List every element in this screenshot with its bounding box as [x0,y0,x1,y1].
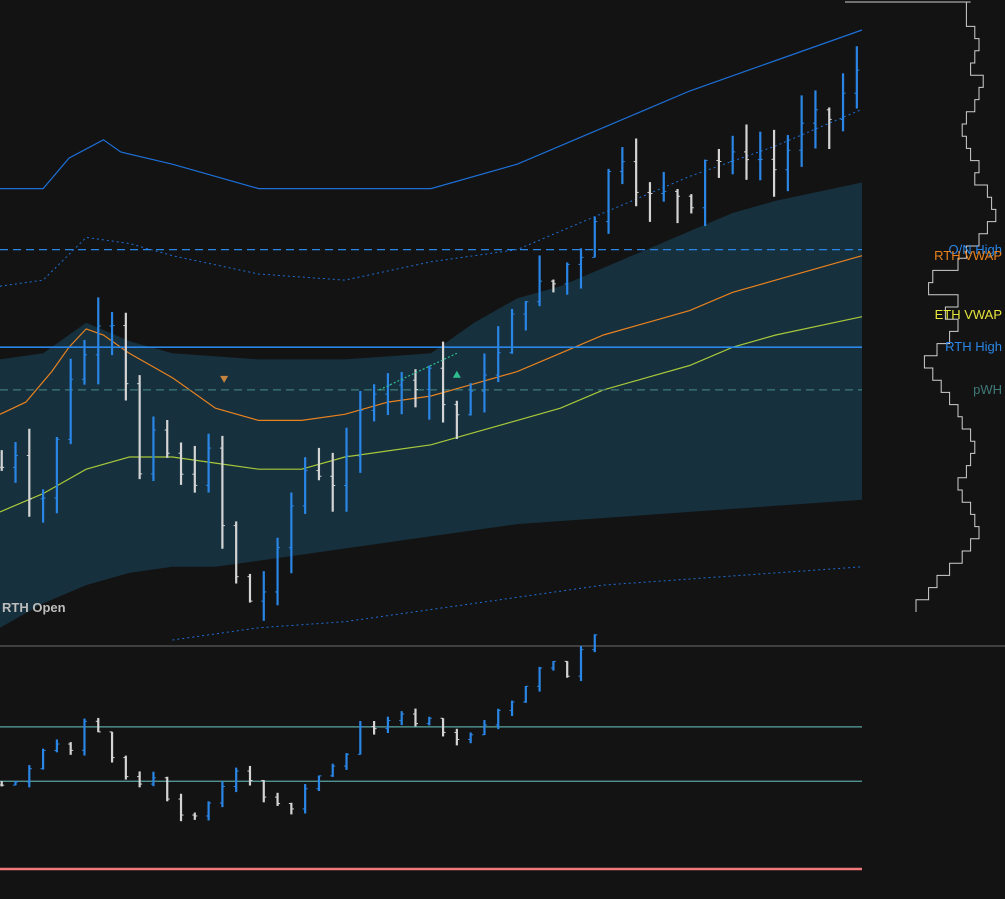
rth-open-label: RTH Open [2,599,66,615]
eth-vwap-label: ETH VWAP [934,306,1002,322]
rth-vwap-label: RTH VWAP [934,247,1002,263]
lower-levels [0,726,862,871]
dotted-lower-band-line [172,566,863,641]
pwh-label: pWH [973,381,1002,397]
chart-canvas [0,1,1005,871]
price-bars-lower [0,634,598,822]
rth-high-label: RTH High [945,339,1002,355]
